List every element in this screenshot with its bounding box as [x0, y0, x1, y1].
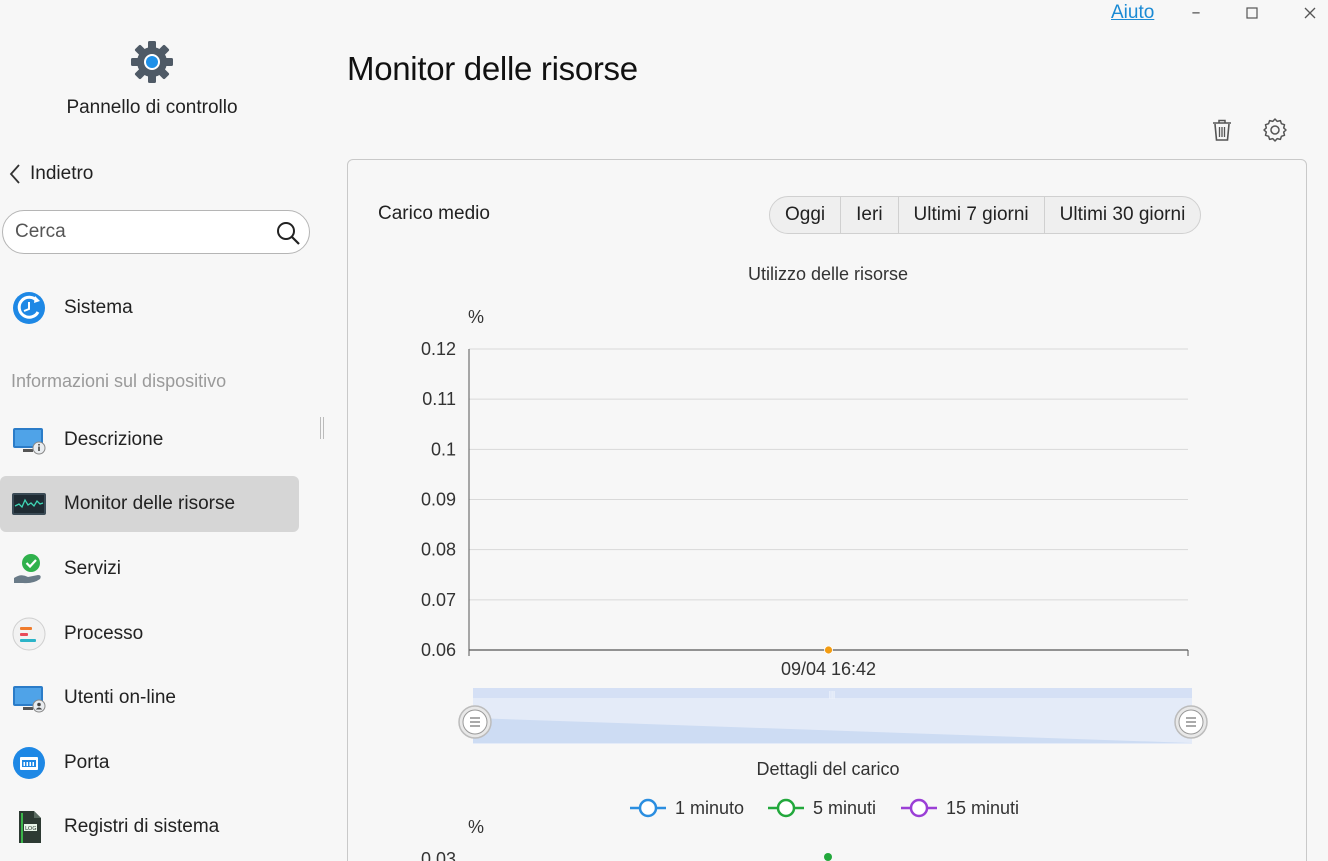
y-tick-label: 0.03: [421, 849, 456, 861]
sidebar-item-processo[interactable]: Processo: [0, 606, 299, 662]
search-icon[interactable]: [275, 220, 301, 246]
minimize-icon[interactable]: –: [1184, 2, 1208, 24]
svg-text:|||: |||: [829, 690, 835, 699]
chart-title: Utilizzo delle risorse: [748, 264, 908, 284]
page-title: Monitor delle risorse: [347, 50, 638, 87]
services-icon: [11, 551, 47, 587]
online-users-icon: [11, 680, 47, 716]
help-link[interactable]: Aiuto: [1111, 2, 1154, 24]
sidebar-item-label: Registri di sistema: [64, 816, 220, 837]
legend-label: 15 minuti: [946, 798, 1019, 818]
legend-label: 5 minuti: [813, 798, 876, 818]
sidebar-item-label: Monitor delle risorse: [64, 493, 236, 514]
legend-item[interactable]: 1 minuto: [630, 798, 744, 818]
chart-title: Dettagli del carico: [756, 759, 899, 779]
sidebar-item-porta[interactable]: Porta: [0, 735, 299, 791]
port-icon: [11, 745, 47, 781]
chevron-left-icon: [9, 164, 20, 184]
sidebar-item-label: Porta: [64, 752, 110, 773]
y-axis-label: %: [468, 817, 484, 837]
legend: 1 minuto 5 minuti 15 minuti: [630, 798, 1019, 818]
search-input[interactable]: [15, 220, 265, 244]
sidebar-item-utenti-on-line[interactable]: Utenti on-line: [0, 670, 299, 726]
sidebar-item-label: Processo: [64, 623, 144, 644]
legend-item[interactable]: 5 minuti: [768, 798, 876, 818]
gear-icon: [128, 38, 176, 86]
sidebar-item-label: Utenti on-line: [64, 687, 176, 708]
sidebar-item-registri-di-sistema[interactable]: LOG Registri di sistema: [0, 799, 299, 855]
maximize-icon[interactable]: [1240, 2, 1264, 24]
zoom-handle-right[interactable]: [1174, 705, 1208, 739]
sidebar-item-sistema[interactable]: Sistema: [0, 280, 299, 336]
svg-text:LOG: LOG: [25, 826, 36, 832]
y-tick-label: 0.06: [421, 640, 456, 660]
legend-label: 1 minuto: [675, 798, 744, 818]
y-tick-label: 0.07: [421, 590, 456, 610]
process-icon: [11, 616, 47, 652]
search-box: [2, 210, 310, 254]
y-tick-label: 0.1: [431, 439, 456, 459]
sidebar-item-label: Servizi: [64, 558, 122, 579]
back-label: Indietro: [30, 163, 94, 184]
sidebar-item-label: Sistema: [64, 297, 133, 318]
y-tick-label: 0.08: [421, 540, 456, 560]
data-zoom-slider[interactable]: |||: [473, 688, 1192, 744]
y-tick-label: 0.12: [421, 339, 456, 359]
settings-gear-icon[interactable]: [1262, 117, 1288, 143]
resource-usage-chart: Utilizzo delle risorse % 0.12 0.11 0.1 0.09…: [421, 264, 1208, 861]
sidebar-item-label: Descrizione: [64, 429, 164, 450]
x-tick-label: 09/04 16:42: [781, 659, 876, 679]
data-point: [824, 853, 832, 861]
y-tick-label: 0.11: [422, 389, 456, 409]
legend-marker: [909, 798, 929, 818]
system-logs-icon: LOG: [11, 809, 47, 845]
sidebar-item-monitor-delle-risorse[interactable]: Monitor delle risorse: [0, 476, 299, 532]
close-icon[interactable]: [1298, 2, 1322, 24]
zoom-handle-left[interactable]: [458, 705, 492, 739]
data-point: [824, 645, 833, 655]
app-title: Pannello di controllo: [66, 97, 238, 118]
legend-item[interactable]: 15 minuti: [901, 798, 1019, 818]
legend-marker: [776, 798, 796, 818]
sidebar: Pannello di controllo Indietro Sistema I…: [0, 0, 320, 861]
legend-marker: [638, 798, 658, 818]
y-tick-label: 0.09: [421, 490, 456, 510]
system-icon: [11, 290, 47, 326]
sidebar-item-servizi[interactable]: Servizi: [0, 541, 299, 597]
trash-icon[interactable]: [1209, 117, 1235, 143]
y-axis-label: %: [468, 307, 484, 327]
section-label: Informazioni sul dispositivo: [11, 371, 227, 391]
monitor-info-icon: [11, 422, 47, 458]
load-average-panel: Carico medio Oggi Ieri Ultimi 7 giorni U…: [347, 159, 1307, 861]
sidebar-resize-handle[interactable]: [320, 417, 324, 439]
sidebar-item-descrizione[interactable]: Descrizione: [0, 412, 299, 468]
resource-monitor-icon: [11, 486, 47, 522]
back-button[interactable]: Indietro: [8, 163, 93, 185]
